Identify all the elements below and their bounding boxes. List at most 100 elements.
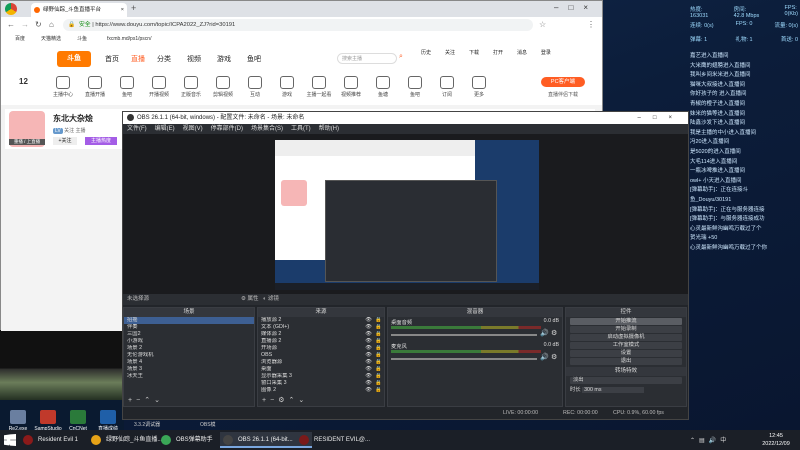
visibility-eye-icon[interactable]: 👁 xyxy=(365,338,372,345)
visibility-eye-icon[interactable]: 👁 xyxy=(365,345,372,352)
source-item[interactable]: 播放源 2 👁 🔒 xyxy=(258,317,384,324)
star-icon[interactable]: ☆ xyxy=(539,20,546,29)
nav-category[interactable]: 分类 xyxy=(157,54,171,64)
speaker-icon[interactable]: 🔊 xyxy=(540,329,549,337)
taskbar-item[interactable]: RESIDENT EVIL@... xyxy=(296,432,394,448)
client-download-label[interactable]: 直播伴侣下载 xyxy=(541,91,585,98)
follow-button[interactable]: +关注 xyxy=(53,137,77,145)
streamer-avatar[interactable]: 重播 / 上直播 xyxy=(9,111,45,147)
source-settings-icon[interactable]: ⚙ xyxy=(278,397,288,404)
obs-menu-item[interactable]: 文件(F) xyxy=(127,126,147,132)
visibility-eye-icon[interactable]: 👁 xyxy=(365,366,372,373)
source-item[interactable]: 桌面 👁 🔒 xyxy=(258,366,384,373)
back-icon[interactable]: ← xyxy=(7,20,15,29)
lock-icon[interactable]: 🔒 xyxy=(375,380,382,387)
volume-slider[interactable] xyxy=(391,334,537,336)
lock-icon[interactable]: 🔒 xyxy=(375,331,382,338)
add-scene-icon[interactable]: + xyxy=(128,397,136,404)
speaker-icon[interactable]: 🔊 xyxy=(540,353,549,361)
search-icon[interactable]: ⌕ xyxy=(399,53,403,61)
obs-menu-item[interactable]: 停靠部件(D) xyxy=(211,126,243,132)
lock-icon[interactable]: 🔒 xyxy=(375,317,382,324)
obs-menu-item[interactable]: 编辑(E) xyxy=(155,126,175,132)
control-button[interactable]: 开始推流 xyxy=(570,318,682,325)
category-item[interactable]: 直播开播 xyxy=(81,76,109,98)
reload-icon[interactable]: ↻ xyxy=(35,20,42,29)
obs-menu-item[interactable]: 场景集合(S) xyxy=(251,126,283,132)
category-item[interactable]: 主播一起看 xyxy=(305,76,333,98)
pc-client-button[interactable]: PC客户端 xyxy=(541,77,585,87)
history-link[interactable]: 历史 xyxy=(421,49,431,56)
bookmark-item[interactable]: 天猫精选 xyxy=(41,34,61,45)
visibility-eye-icon[interactable]: 👁 xyxy=(365,317,372,324)
visibility-eye-icon[interactable]: 👁 xyxy=(365,324,372,331)
visibility-eye-icon[interactable]: 👁 xyxy=(365,387,372,394)
lock-icon[interactable]: 🔒 xyxy=(375,387,382,394)
download-link[interactable]: 下载 xyxy=(469,49,479,56)
desktop-icon-live[interactable]: 直播成绩 xyxy=(94,410,122,432)
minimize-icon[interactable]: – xyxy=(554,3,568,12)
tab-douyu[interactable]: 绿野仙踪_斗鱼直播平台 × xyxy=(31,3,127,17)
move-up-icon[interactable]: ⌃ xyxy=(288,397,298,404)
gear-icon[interactable]: ⚙ xyxy=(551,329,557,337)
visibility-eye-icon[interactable]: 👁 xyxy=(365,373,372,380)
category-item[interactable]: 游戏 xyxy=(273,76,301,98)
control-button[interactable]: 设置 xyxy=(570,350,682,357)
network-icon[interactable]: ▤ xyxy=(699,438,709,444)
search-input[interactable]: 搜索主播 xyxy=(337,53,397,64)
source-item[interactable]: 媒体源 2 👁 🔒 xyxy=(258,331,384,338)
clock[interactable]: 12:45 2022/12/09 xyxy=(756,432,796,448)
visibility-eye-icon[interactable]: 👁 xyxy=(365,331,372,338)
category-item[interactable]: 正版音乐 xyxy=(177,76,205,98)
lock-icon[interactable]: 🔒 xyxy=(375,366,382,373)
close-tab-icon[interactable]: × xyxy=(121,3,124,17)
source-item[interactable]: 直播源 2 👁 🔒 xyxy=(258,338,384,345)
scene-item[interactable]: 无伦游戏机 xyxy=(124,352,254,359)
scene-item[interactable]: 招摇 xyxy=(124,317,254,324)
remove-scene-icon[interactable]: − xyxy=(136,397,144,404)
lock-icon[interactable]: 🔒 xyxy=(375,359,382,366)
source-item[interactable]: OBS 👁 🔒 xyxy=(258,352,384,359)
category-item[interactable]: 互动 xyxy=(241,76,269,98)
move-up-icon[interactable]: ⌃ xyxy=(144,397,154,404)
category-item[interactable]: 订阅 xyxy=(433,76,461,98)
new-tab-button[interactable]: + xyxy=(131,3,136,13)
lock-icon[interactable]: 🔒 xyxy=(375,324,382,331)
remove-source-icon[interactable]: − xyxy=(270,397,278,404)
scene-item[interactable]: 三国2 xyxy=(124,331,254,338)
source-item[interactable]: 图像 2 👁 🔒 xyxy=(258,387,384,394)
tray-up-icon[interactable]: ⌃ xyxy=(690,438,699,444)
scene-item[interactable]: 伴奏 xyxy=(124,324,254,331)
desktop-icon-re2[interactable]: Re2.exe xyxy=(4,410,32,432)
volume-slider[interactable] xyxy=(391,358,537,360)
scene-item[interactable]: 场景 2 xyxy=(124,345,254,352)
scene-item[interactable]: 场景 3 xyxy=(124,366,254,373)
source-item[interactable]: 显示器采集 3 👁 🔒 xyxy=(258,373,384,380)
control-button[interactable]: 退出 xyxy=(570,358,682,365)
move-down-icon[interactable]: ⌄ xyxy=(298,397,308,404)
maximize-icon[interactable]: □ xyxy=(653,115,669,121)
lock-icon[interactable]: 🔒 xyxy=(375,352,382,359)
ime-indicator[interactable]: 中 xyxy=(720,438,730,444)
obs-menu-item[interactable]: 帮助(H) xyxy=(319,126,339,132)
move-down-icon[interactable]: ⌄ xyxy=(154,397,164,404)
visibility-eye-icon[interactable]: 👁 xyxy=(365,352,372,359)
obs-preview-canvas[interactable] xyxy=(123,134,688,294)
category-item[interactable]: 视频推荐 xyxy=(337,76,365,98)
nav-yuba[interactable]: 鱼吧 xyxy=(247,54,261,64)
nav-game[interactable]: 游戏 xyxy=(217,54,231,64)
close-icon[interactable]: × xyxy=(668,115,684,121)
open-link[interactable]: 打开 xyxy=(493,49,503,56)
follow-link[interactable]: 关注 xyxy=(445,49,455,56)
category-item[interactable]: 剪辑视频 xyxy=(209,76,237,98)
nav-video[interactable]: 视频 xyxy=(187,54,201,64)
bookmark-item[interactable]: 斗鱼 xyxy=(77,34,87,45)
obs-menu-item[interactable]: 视图(V) xyxy=(183,126,203,132)
control-button[interactable]: 开始录制 xyxy=(570,326,682,333)
scene-item[interactable]: 冰天王 xyxy=(124,373,254,380)
category-item[interactable]: 鱼吧 xyxy=(113,76,141,98)
category-item[interactable]: 鱼吧 xyxy=(401,76,429,98)
lock-icon[interactable]: 🔒 xyxy=(375,345,382,352)
category-item[interactable]: 更多 xyxy=(465,76,493,98)
volume-icon[interactable]: 🔊 xyxy=(709,438,720,444)
